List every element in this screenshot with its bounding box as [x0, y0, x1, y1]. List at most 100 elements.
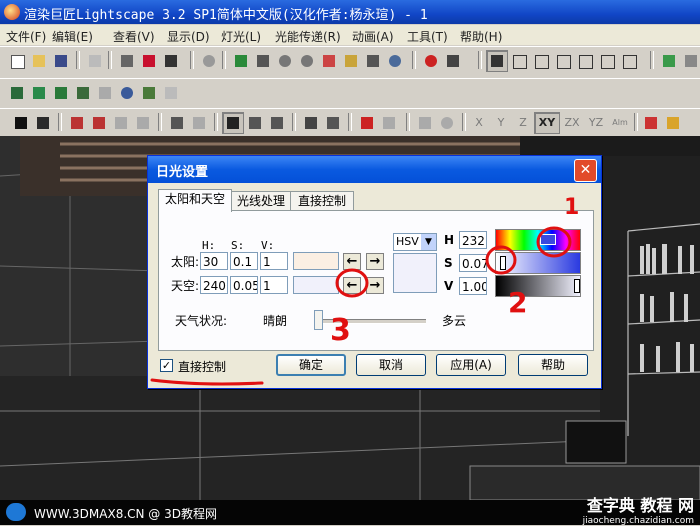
copy-icon[interactable] [166, 112, 188, 134]
lasso-icon[interactable] [266, 112, 288, 134]
menu-radiosity[interactable]: 光能传递(R) [275, 28, 341, 45]
sun-left-arrow-button[interactable]: ← [343, 253, 361, 270]
hue-marker[interactable] [540, 234, 556, 245]
sky-left-arrow-button[interactable]: ← [343, 277, 361, 294]
save-icon[interactable] [50, 50, 72, 72]
plane-xy-button[interactable]: XY [534, 112, 560, 134]
cube-icon-2[interactable] [530, 50, 552, 72]
paste-icon[interactable] [188, 112, 210, 134]
walk-icon[interactable] [252, 50, 274, 72]
menu-display[interactable]: 显示(D) [167, 28, 210, 45]
print-icon[interactable] [116, 50, 138, 72]
dolly-icon[interactable] [340, 50, 362, 72]
close-icon[interactable]: ✕ [574, 159, 597, 182]
ok-button[interactable]: 确定 [276, 354, 346, 376]
menu-file[interactable]: 文件(F) [6, 28, 46, 45]
select-region-icon[interactable] [244, 112, 266, 134]
color-mode-select[interactable]: HSV ▼ [393, 233, 437, 251]
sky-v-input[interactable]: 1 [260, 276, 288, 294]
cube-icon-6[interactable] [618, 50, 640, 72]
v-picker-input[interactable]: 1.00 [459, 277, 487, 295]
select-help-icon[interactable] [32, 112, 54, 134]
hue-bar[interactable] [495, 229, 581, 251]
value-marker[interactable] [574, 279, 580, 293]
arrow-green-icon[interactable] [28, 82, 50, 104]
sky-color-swatch[interactable] [293, 276, 339, 294]
cube-icon-4[interactable] [574, 50, 596, 72]
sun-h-input[interactable]: 30 [200, 252, 228, 270]
menu-animation[interactable]: 动画(A) [352, 28, 394, 45]
help-button[interactable]: 帮助 [518, 354, 588, 376]
menu-tools[interactable]: 工具(T) [407, 28, 448, 45]
value-bar[interactable] [495, 275, 581, 297]
menu-view[interactable]: 查看(V) [113, 28, 155, 45]
apply-button[interactable]: 应用(A) [436, 354, 506, 376]
menu-help[interactable]: 帮助(H) [460, 28, 502, 45]
grey-block-icon[interactable] [94, 82, 116, 104]
paint-icon[interactable] [662, 112, 684, 134]
tab-sun-sky[interactable]: 太阳和天空 [158, 189, 232, 212]
wireframe-cube-icon[interactable] [508, 50, 530, 72]
add-point-icon[interactable] [356, 112, 378, 134]
rotate-object-icon[interactable] [436, 112, 458, 134]
s-picker-input[interactable]: 0.07 [459, 254, 487, 272]
weather-slider-track[interactable] [314, 319, 426, 324]
zoom-icon[interactable] [296, 50, 318, 72]
move-icon[interactable] [414, 112, 436, 134]
texture-icon[interactable] [138, 82, 160, 104]
saturation-marker[interactable] [500, 256, 506, 270]
chevron-down-icon[interactable]: ▼ [421, 234, 436, 250]
zoom-extents-icon[interactable] [198, 50, 220, 72]
saturation-bar[interactable] [495, 252, 581, 274]
rotate-icon[interactable] [384, 50, 406, 72]
cancel-button[interactable]: 取消 [356, 354, 426, 376]
orbit-icon[interactable] [230, 50, 252, 72]
select-surface-icon[interactable] [66, 112, 88, 134]
select-mode-icon[interactable] [222, 112, 244, 134]
block-icon[interactable] [50, 82, 72, 104]
align-button[interactable]: Alm [608, 112, 632, 134]
lamp-icon[interactable] [72, 82, 94, 104]
sun-color-swatch[interactable] [293, 252, 339, 270]
render-icon[interactable] [160, 82, 182, 104]
axis-z-button[interactable]: Z [512, 112, 534, 134]
sky-h-input[interactable]: 240 [200, 276, 228, 294]
target-icon[interactable] [420, 50, 442, 72]
weather-slider-thumb[interactable] [314, 310, 323, 330]
sun-right-arrow-button[interactable]: → [366, 253, 384, 270]
cube-icon-5[interactable] [596, 50, 618, 72]
select-light-icon[interactable] [110, 112, 132, 134]
snap-icon[interactable] [378, 112, 400, 134]
plane-zx-button[interactable]: ZX [560, 112, 584, 134]
globe-icon[interactable] [116, 82, 138, 104]
open-folder-icon[interactable] [28, 50, 50, 72]
direct-control-checkbox[interactable]: ✓ [160, 359, 173, 372]
undo-icon[interactable] [84, 50, 106, 72]
sun-s-input[interactable]: 0.1 [230, 252, 258, 270]
mesh-icon[interactable] [680, 50, 700, 72]
color-picker-icon[interactable] [640, 112, 662, 134]
context-help-icon[interactable] [160, 50, 182, 72]
tab-light-processing[interactable]: 光线处理 [230, 191, 292, 211]
h-picker-input[interactable]: 232. [459, 231, 487, 249]
menu-light[interactable]: 灯光(L) [221, 28, 261, 45]
select-layer-icon[interactable] [132, 112, 154, 134]
menu-edit[interactable]: 编辑(E) [52, 28, 93, 45]
edit-icon[interactable] [322, 112, 344, 134]
dialog-titlebar[interactable]: 日光设置 ✕ [148, 156, 601, 183]
new-file-icon[interactable] [6, 50, 28, 72]
layer-icon[interactable] [6, 82, 28, 104]
plane-yz-button[interactable]: YZ [584, 112, 608, 134]
material-icon[interactable] [658, 50, 680, 72]
sky-s-input[interactable]: 0.05 [230, 276, 258, 294]
select-object-icon[interactable] [88, 112, 110, 134]
roll-icon[interactable] [362, 50, 384, 72]
camera-view-icon[interactable] [442, 50, 464, 72]
cube-icon-3[interactable] [552, 50, 574, 72]
axis-x-button[interactable]: X [468, 112, 490, 134]
properties-icon[interactable] [300, 112, 322, 134]
axis-y-button[interactable]: Y [490, 112, 512, 134]
zoom-in-icon[interactable] [274, 50, 296, 72]
tab-direct-control[interactable]: 直接控制 [290, 191, 354, 211]
select-arrow-icon[interactable] [10, 112, 32, 134]
